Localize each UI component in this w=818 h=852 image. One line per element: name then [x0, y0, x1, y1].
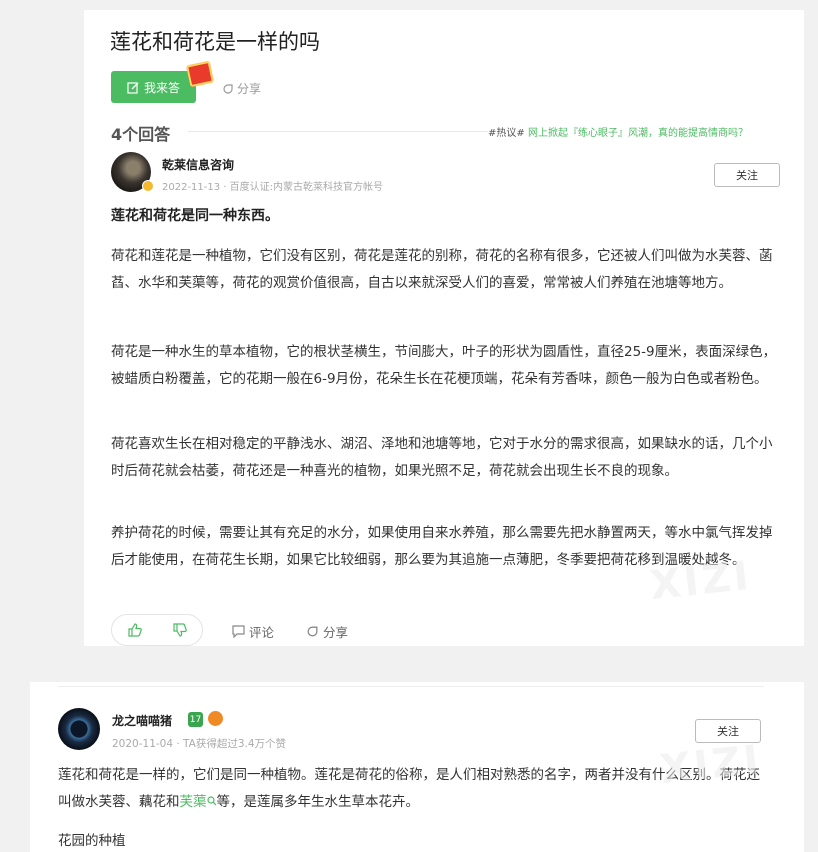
- thumbs-up-icon: [127, 623, 142, 637]
- answer-lead: 莲花和荷花是同一种东西。: [111, 208, 279, 224]
- share-label: 分享: [237, 82, 262, 96]
- keyword-link[interactable]: 芙蕖: [180, 794, 207, 810]
- verified-badge-icon: [142, 180, 154, 192]
- comment-icon: [232, 625, 245, 638]
- answer-button-label: 我来答: [143, 80, 180, 95]
- answer-count: 4个回答: [111, 125, 171, 144]
- search-icon[interactable]: [206, 796, 217, 806]
- vote-group: [111, 614, 203, 646]
- question-title: 莲花和荷花是一样的吗: [110, 30, 320, 54]
- answer-share-button[interactable]: 分享: [306, 622, 348, 641]
- upvote-button[interactable]: [112, 615, 157, 645]
- answer-meta: 2020-11-04 · TA获得超过3.4万个赞: [112, 738, 287, 750]
- level-badge: 17: [188, 712, 203, 727]
- answer-paragraph: 荷花喜欢生长在相对稳定的平静浅水、湖沼、泽地和池塘等地，它对于水分的需求很高，如…: [111, 436, 773, 479]
- edit-icon: [127, 81, 139, 94]
- section-heading: 花园的种植: [58, 833, 126, 849]
- hot-topic-link[interactable]: 网上掀起『练心眼子』风潮，真的能提高情商吗？: [528, 128, 748, 139]
- comment-label: 评论: [249, 625, 275, 640]
- share-icon: [223, 83, 233, 94]
- card-divider: [58, 686, 764, 687]
- answer-paragraph: 荷花和莲花是一种植物，它们没有区别，荷花是莲花的别称，荷花的名称有很多，它还被人…: [111, 248, 773, 291]
- comment-button[interactable]: 评论: [232, 622, 274, 641]
- question-share-button[interactable]: 分享: [222, 80, 261, 97]
- avatar[interactable]: [58, 708, 100, 750]
- answer-button[interactable]: 我来答: [111, 71, 196, 103]
- answer-paragraph: 荷花是一种水生的草本植物，它的根状茎横生，节间膨大，叶子的形状为圆盾性，直径25…: [111, 344, 777, 387]
- hot-topic-tag: #热议#: [488, 128, 525, 139]
- answer-meta: 2022-11-13 · 百度认证:内蒙古乾莱科技官方帐号: [162, 182, 384, 193]
- downvote-button[interactable]: [157, 615, 202, 645]
- answer-text: 等，是莲属多年生水生草本花卉。: [216, 794, 420, 810]
- hot-topic[interactable]: #热议# 网上掀起『练心眼子』风潮，真的能提高情商吗？: [488, 124, 748, 139]
- author-name[interactable]: 乾莱信息咨询: [162, 156, 234, 173]
- thumbs-down-icon: [172, 623, 187, 637]
- author-name[interactable]: 龙之喵喵猪: [112, 712, 172, 729]
- share-icon: [307, 626, 318, 637]
- share-label: 分享: [323, 625, 349, 640]
- follow-button[interactable]: 关注: [714, 163, 780, 187]
- medal-icon: [208, 711, 223, 726]
- header-divider: [188, 131, 488, 132]
